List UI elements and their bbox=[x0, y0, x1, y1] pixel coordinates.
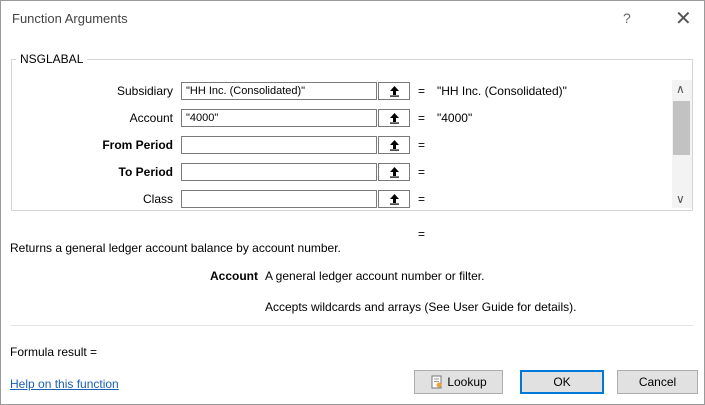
class-input[interactable] bbox=[181, 190, 377, 208]
arg-help-name: Account bbox=[210, 269, 258, 283]
function-result-equals: = bbox=[418, 227, 426, 241]
collapse-arrow-icon bbox=[390, 113, 399, 124]
title-bar: Function Arguments ? ✕ bbox=[1, 1, 704, 35]
function-name: NSGLABAL bbox=[16, 52, 88, 66]
lookup-button[interactable]: Lookup bbox=[414, 370, 503, 394]
arg-equals: = bbox=[418, 192, 426, 206]
lookup-button-label: Lookup bbox=[447, 375, 487, 389]
arg-result-account: "4000" bbox=[437, 111, 473, 125]
help-on-function-link[interactable]: Help on this function bbox=[10, 377, 119, 391]
collapse-arrow-icon bbox=[390, 194, 399, 205]
account-input[interactable]: "4000" bbox=[181, 109, 377, 127]
collapse-arrow-icon bbox=[390, 140, 399, 151]
class-ref-picker-button[interactable] bbox=[378, 190, 410, 208]
to-period-input[interactable] bbox=[181, 163, 377, 181]
arg-label-from-period: From Period bbox=[102, 138, 173, 152]
close-icon[interactable]: ✕ bbox=[675, 6, 692, 31]
arg-equals: = bbox=[418, 111, 426, 125]
arg-equals: = bbox=[418, 84, 426, 98]
arg-label-subsidiary: Subsidiary bbox=[116, 84, 173, 98]
from-period-input[interactable] bbox=[181, 136, 377, 154]
ok-button[interactable]: OK bbox=[520, 370, 604, 394]
collapse-arrow-icon bbox=[390, 167, 399, 178]
function-description: Returns a general ledger account balance… bbox=[10, 241, 341, 255]
scroll-up-icon[interactable]: ∧ bbox=[676, 82, 685, 96]
arg-label-to-period: To Period bbox=[118, 165, 173, 179]
account-ref-picker-button[interactable] bbox=[378, 109, 410, 127]
cancel-button[interactable]: Cancel bbox=[617, 370, 698, 394]
help-question-icon[interactable]: ? bbox=[623, 10, 631, 26]
arg-help-text: A general ledger account number or filte… bbox=[265, 269, 485, 283]
from-period-ref-picker-button[interactable] bbox=[378, 136, 410, 154]
lookup-icon bbox=[431, 375, 442, 389]
subsidiary-ref-picker-button[interactable] bbox=[378, 82, 410, 100]
arg-equals: = bbox=[418, 165, 426, 179]
to-period-ref-picker-button[interactable] bbox=[378, 163, 410, 181]
arg-help-detail: Accepts wildcards and arrays (See User G… bbox=[265, 300, 577, 314]
arg-label-class: Class bbox=[142, 192, 173, 206]
divider bbox=[11, 325, 693, 326]
arg-label-account: Account bbox=[129, 111, 173, 125]
arg-equals: = bbox=[418, 138, 426, 152]
subsidiary-input[interactable]: "HH Inc. (Consolidated)" bbox=[181, 82, 377, 100]
dialog-title: Function Arguments bbox=[12, 11, 128, 26]
collapse-arrow-icon bbox=[390, 86, 399, 97]
formula-result-label: Formula result = bbox=[10, 345, 98, 359]
arg-result-subsidiary: "HH Inc. (Consolidated)" bbox=[437, 84, 567, 98]
scroll-down-icon[interactable]: ∨ bbox=[676, 192, 685, 206]
scrollbar-thumb[interactable] bbox=[673, 101, 690, 155]
